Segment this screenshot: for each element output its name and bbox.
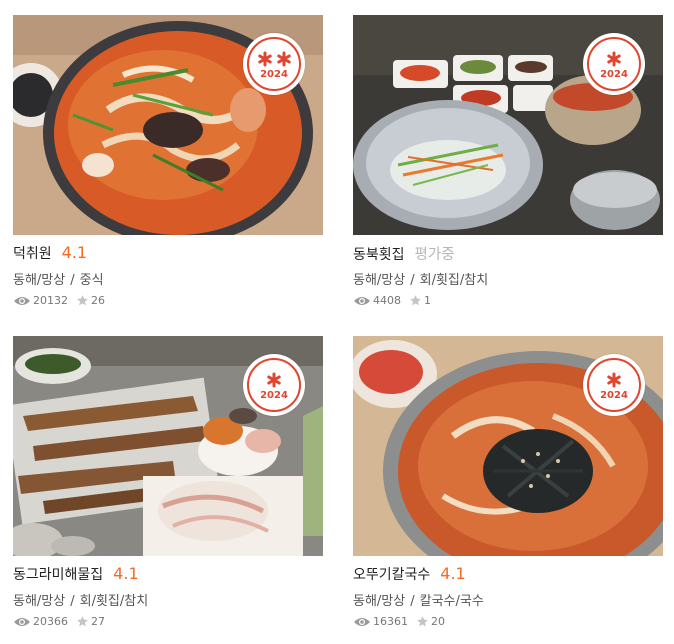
restaurant-category: 동해/망상 / 중식	[13, 269, 323, 288]
category-label: 중식	[79, 273, 104, 288]
restaurant-stats: 20366 27	[13, 615, 323, 628]
category-label: 칼국수/국수	[419, 594, 484, 609]
award-stars	[256, 50, 293, 68]
view-count-value: 20366	[33, 615, 68, 628]
restaurant-card[interactable]: 2024 오뚜기칼국수 4.1 동해/망상 / 칼국수/국수 16361 20	[353, 336, 663, 628]
category-label: 회/횟집/참치	[79, 594, 149, 609]
restaurant-photo[interactable]: 2024	[353, 15, 663, 235]
category-separator: /	[410, 594, 415, 609]
restaurant-name[interactable]: 덕취원	[13, 243, 52, 263]
favorite-count-value: 27	[91, 615, 105, 628]
star-icon	[417, 616, 428, 627]
eye-icon	[354, 617, 370, 626]
region-label: 동해/망상	[353, 594, 406, 609]
favorite-count: 20	[416, 615, 445, 628]
award-stars	[605, 50, 623, 68]
restaurant-category: 동해/망상 / 회/횟집/참치	[353, 269, 663, 288]
category-separator: /	[70, 273, 75, 288]
award-year: 2024	[260, 390, 288, 401]
region-label: 동해/망상	[353, 273, 406, 288]
flower-star-icon	[607, 372, 621, 388]
eye-icon	[14, 296, 30, 305]
region-label: 동해/망상	[13, 273, 66, 288]
flower-star-icon	[257, 51, 272, 67]
star-icon	[77, 295, 88, 306]
favorite-count-value: 20	[431, 615, 445, 628]
flower-star-icon	[267, 372, 281, 388]
restaurant-name[interactable]: 오뚜기칼국수	[353, 564, 430, 584]
eye-icon	[14, 617, 30, 626]
restaurant-card[interactable]: 2024 동그라미해물집 4.1 동해/망상 / 회/횟집/참치 20366 27	[13, 336, 323, 628]
restaurant-score: 4.1	[113, 564, 139, 583]
restaurant-photo[interactable]: 2024	[13, 336, 323, 556]
view-count: 4408	[353, 294, 401, 307]
view-count: 20132	[13, 294, 68, 307]
restaurant-stats: 4408 1	[353, 294, 663, 307]
award-badge: 2024	[243, 33, 305, 95]
view-count-value: 4408	[373, 294, 401, 307]
region-label: 동해/망상	[13, 594, 66, 609]
restaurant-photo[interactable]: 2024	[353, 336, 663, 556]
restaurant-photo[interactable]: 2024	[13, 15, 323, 235]
category-separator: /	[70, 594, 75, 609]
restaurant-category: 동해/망상 / 칼국수/국수	[353, 590, 663, 609]
restaurant-card[interactable]: 2024 동북횟집 평가중 동해/망상 / 회/횟집/참치 4408 1	[353, 15, 663, 307]
restaurant-stats: 16361 20	[353, 615, 663, 628]
view-count-value: 16361	[373, 615, 408, 628]
award-badge: 2024	[583, 33, 645, 95]
restaurant-score: 4.1	[61, 243, 88, 262]
restaurant-category: 동해/망상 / 회/횟집/참치	[13, 590, 323, 609]
award-badge: 2024	[243, 354, 305, 416]
favorite-count: 26	[76, 294, 105, 307]
view-count: 20366	[13, 615, 68, 628]
restaurant-stats: 20132 26	[13, 294, 323, 307]
award-stars	[605, 371, 623, 389]
category-separator: /	[410, 273, 415, 288]
flower-star-icon	[607, 51, 621, 67]
view-count-value: 20132	[33, 294, 68, 307]
award-badge: 2024	[583, 354, 645, 416]
favorite-count-value: 1	[424, 294, 431, 307]
star-icon	[77, 616, 88, 627]
view-count: 16361	[353, 615, 408, 628]
restaurant-score: 4.1	[440, 564, 466, 583]
eye-icon	[354, 296, 370, 305]
award-year: 2024	[260, 69, 288, 80]
star-icon	[410, 295, 421, 306]
restaurant-name[interactable]: 동그라미해물집	[13, 564, 103, 584]
favorite-count-value: 26	[91, 294, 105, 307]
flower-star-icon	[276, 51, 291, 67]
award-year: 2024	[600, 390, 628, 401]
restaurant-grid: 2024 덕취원 4.1 동해/망상 / 중식 20132 26 2024 동북…	[0, 0, 674, 644]
restaurant-score: 평가중	[414, 247, 455, 263]
restaurant-name[interactable]: 동북횟집	[353, 244, 405, 264]
category-label: 회/횟집/참치	[419, 273, 489, 288]
award-year: 2024	[600, 69, 628, 80]
favorite-count: 27	[76, 615, 105, 628]
award-stars	[265, 371, 283, 389]
restaurant-card[interactable]: 2024 덕취원 4.1 동해/망상 / 중식 20132 26	[13, 15, 323, 307]
favorite-count: 1	[409, 294, 431, 307]
